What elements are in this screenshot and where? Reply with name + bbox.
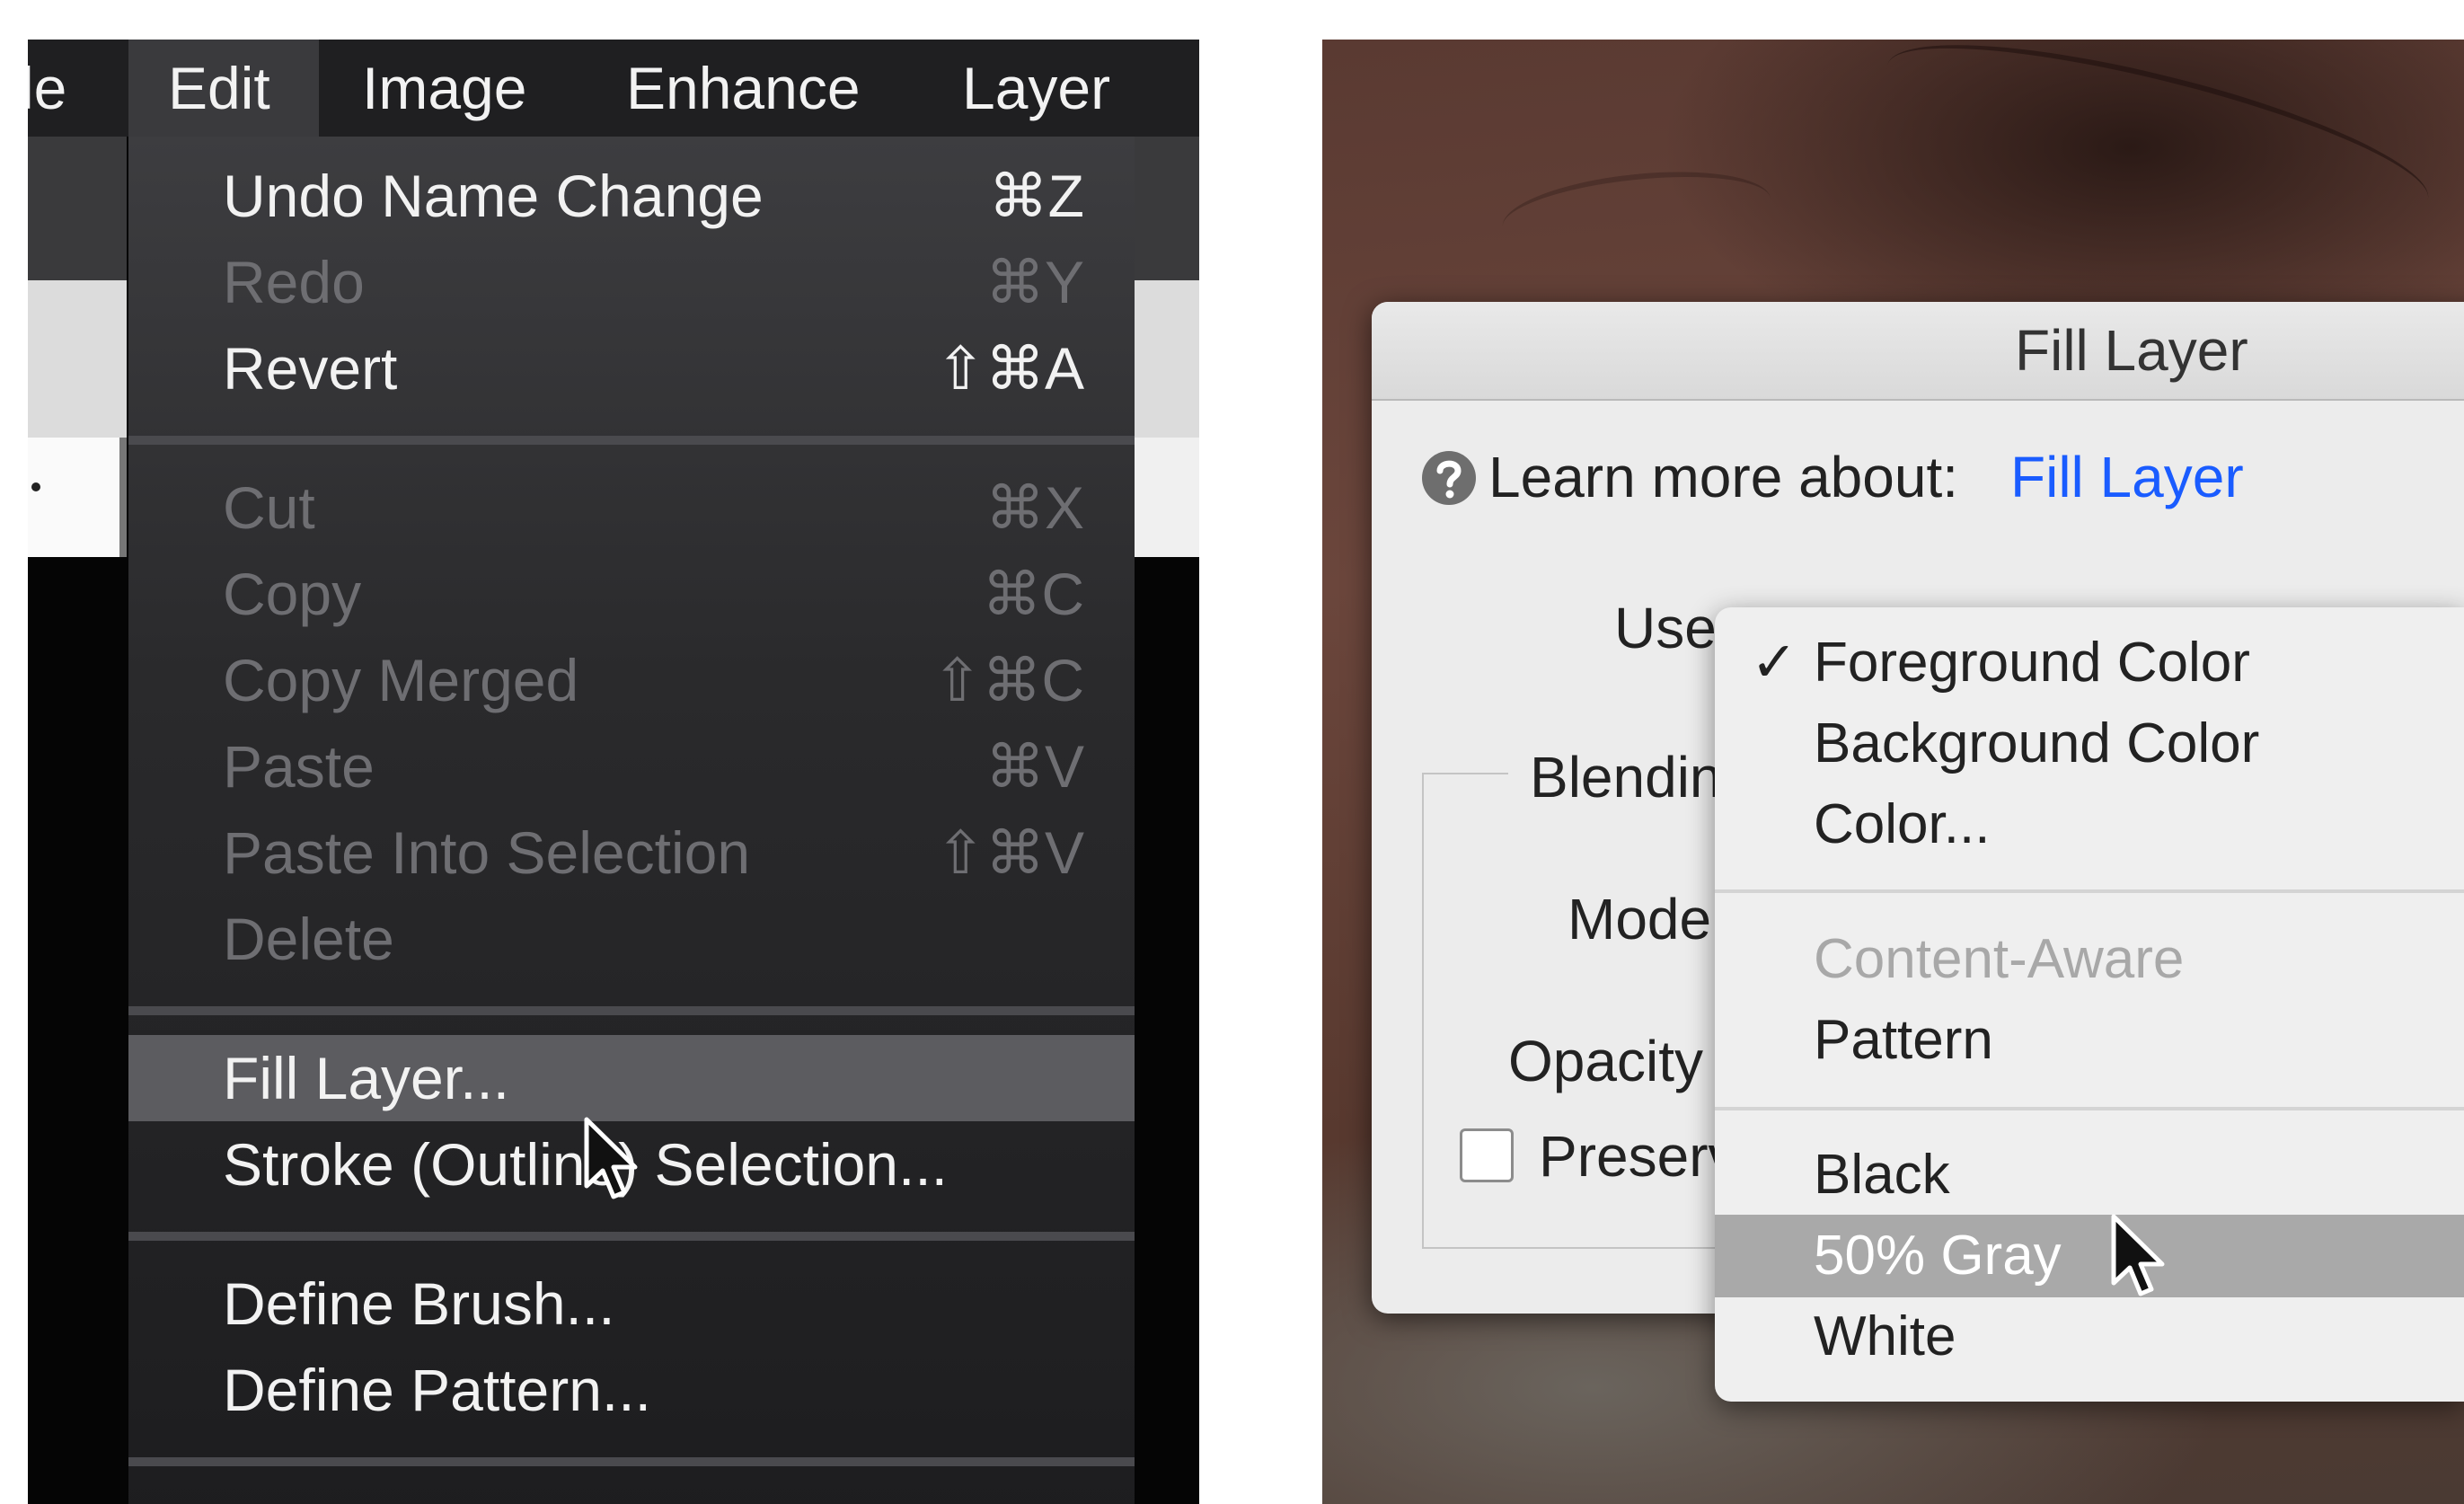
background-window (1135, 438, 1199, 557)
menu-item-shortcut: ⇧⌘C (932, 647, 1084, 713)
menu-item-label: Revert (223, 335, 398, 402)
dropdown-option-label: Content-Aware (1814, 928, 2185, 990)
menu-item-shortcut: ⇧⌘V (935, 819, 1084, 886)
menubar-item-image[interactable]: Image (362, 40, 526, 137)
menu-item-label: Define Pattern... (223, 1357, 651, 1423)
preserve-transparency-label: Preserv (1539, 1124, 1737, 1189)
mouse-pointer-icon (2111, 1214, 2165, 1296)
menu-separator (128, 436, 1135, 445)
menu-item-revert[interactable]: Revert ⇧⌘A (128, 325, 1135, 411)
background-window (28, 280, 127, 438)
menu-item-shortcut: ⌘Y (985, 249, 1084, 315)
menu-item-label: Redo (223, 249, 365, 315)
menu-separator (128, 1232, 1135, 1241)
edit-menu-screenshot: le Edit Image Enhance Layer Undo Name Ch… (28, 40, 1199, 1504)
dropdown-option-label: Pattern (1814, 1009, 1993, 1071)
menu-item-label: Fill Layer... (223, 1045, 510, 1111)
menu-item-define-pattern[interactable]: Define Pattern... (128, 1347, 1135, 1433)
help-icon[interactable] (1420, 449, 1478, 507)
menubar-item-layer[interactable]: Layer (962, 40, 1110, 137)
menu-item-shortcut: ⌘V (985, 733, 1084, 800)
opacity-label: Opacity (1508, 1029, 1703, 1093)
dialog-title: Fill Layer (2015, 318, 2248, 383)
dropdown-option-label: Foreground Color (1814, 632, 2250, 694)
menu-bar: le Edit Image Enhance Layer (28, 40, 1199, 137)
use-dropdown-menu: ✓ Foreground Color Background Color Colo… (1715, 607, 2464, 1402)
menu-item-label: Cut (223, 474, 315, 541)
menubar-item-enhance[interactable]: Enhance (626, 40, 861, 137)
dropdown-option-label: 50% Gray (1814, 1225, 2062, 1287)
dropdown-option-pattern[interactable]: Pattern (1715, 999, 2464, 1082)
menu-item-define-brush[interactable]: Define Brush... (128, 1261, 1135, 1347)
dialog-titlebar[interactable]: Fill Layer (1372, 302, 2464, 401)
menu-item-shortcut: ⇧⌘A (935, 335, 1084, 402)
dropdown-separator (1715, 1107, 2464, 1110)
menu-item-undo[interactable]: Undo Name Change ⌘Z (128, 153, 1135, 239)
fill-layer-dialog-screenshot: Fill Layer Learn more about: Fill Layer … (1322, 40, 2464, 1504)
background-photo (1498, 160, 1775, 266)
dropdown-separator (1715, 889, 2464, 893)
blending-label: Blendin (1508, 737, 1731, 818)
dropdown-option-white[interactable]: White (1715, 1296, 2464, 1378)
menu-item-label: Copy (223, 561, 362, 627)
dropdown-option-black[interactable]: Black (1715, 1134, 2464, 1216)
dropdown-option-label: White (1814, 1305, 1956, 1367)
menu-separator (128, 1457, 1135, 1466)
background-window (28, 438, 127, 557)
learn-more-label: Learn more about: (1488, 445, 1958, 509)
menu-item-label: Paste (223, 733, 375, 800)
menu-item-shortcut: ⌘C (982, 561, 1084, 627)
menu-item-delete: Delete (128, 896, 1135, 982)
menu-item-label: Undo Name Change (223, 163, 764, 229)
dropdown-option-50-gray[interactable]: 50% Gray (1715, 1215, 2464, 1297)
dropdown-option-label: Color... (1814, 793, 1991, 855)
dropdown-option-foreground-color[interactable]: ✓ Foreground Color (1715, 622, 2464, 704)
background-window (1135, 137, 1199, 280)
menu-item-copy-merged: Copy Merged ⇧⌘C (128, 637, 1135, 723)
use-label: Use (1614, 596, 1717, 660)
background-window (1135, 280, 1199, 438)
dropdown-option-background-color[interactable]: Background Color (1715, 703, 2464, 785)
menu-item-paste: Paste ⌘V (128, 723, 1135, 810)
edit-dropdown-menu: Undo Name Change ⌘Z Redo ⌘Y Revert ⇧⌘A C… (128, 137, 1135, 1504)
dropdown-option-content-aware: Content-Aware (1715, 918, 2464, 1001)
menu-item-label: Copy Merged (223, 647, 579, 713)
menu-item-redo: Redo ⌘Y (128, 239, 1135, 325)
menubar-item-edit[interactable]: Edit (128, 40, 319, 137)
background-window (28, 137, 127, 280)
dropdown-option-color[interactable]: Color... (1715, 783, 2464, 866)
menu-item-paste-into-selection: Paste Into Selection ⇧⌘V (128, 810, 1135, 896)
dropdown-option-label: Black (1814, 1144, 1950, 1206)
menu-item-cut: Cut ⌘X (128, 464, 1135, 551)
checkmark-icon: ✓ (1751, 632, 1797, 694)
mouse-pointer-icon (584, 1117, 638, 1199)
menu-item-label: Define Brush... (223, 1270, 615, 1337)
mode-label: Mode (1568, 887, 1712, 951)
menu-item-shortcut: ⌘X (985, 474, 1084, 541)
menubar-item-file[interactable]: le (28, 40, 66, 137)
menu-item-label: Paste Into Selection (223, 819, 751, 886)
menu-item-copy: Copy ⌘C (128, 551, 1135, 637)
background-photo (1873, 40, 2442, 255)
menu-separator (128, 1006, 1135, 1015)
menu-item-fill-layer[interactable]: Fill Layer... (128, 1035, 1135, 1121)
menu-item-shortcut: ⌘Z (988, 163, 1084, 229)
dropdown-option-label: Background Color (1814, 712, 2260, 774)
preserve-transparency-checkbox[interactable] (1460, 1128, 1514, 1182)
learn-more-link[interactable]: Fill Layer (2010, 437, 2244, 518)
menu-item-label: Delete (223, 906, 394, 972)
